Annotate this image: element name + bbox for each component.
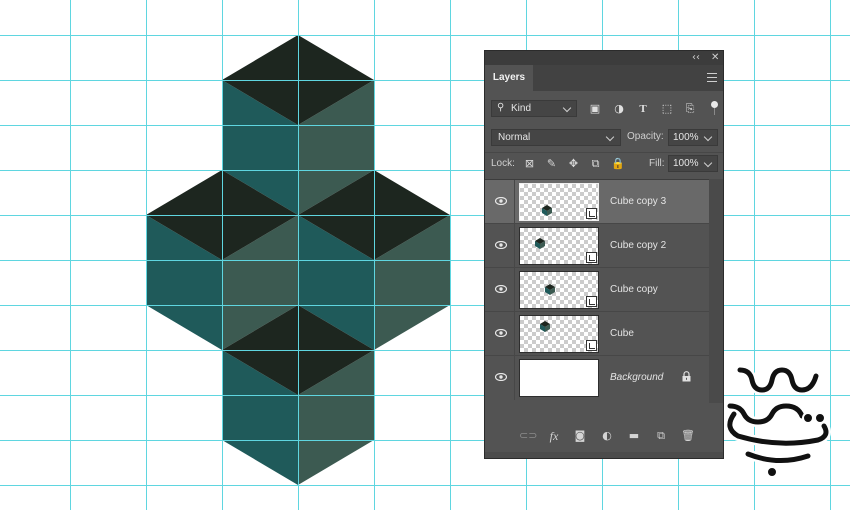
- layer-thumbnail[interactable]: [519, 227, 599, 265]
- tab-layers[interactable]: Layers: [485, 65, 533, 91]
- cube-thumbnail-icon: [535, 238, 545, 249]
- eye-visibility-icon[interactable]: [495, 241, 507, 249]
- divider: [485, 152, 723, 153]
- smart-object-badge-icon: [586, 296, 597, 307]
- divider: [514, 312, 515, 356]
- smart-object-badge-icon: [586, 252, 597, 263]
- adjustment-filter-icon[interactable]: ◑: [613, 103, 625, 115]
- divider: [514, 356, 515, 400]
- lock-image-pixels-icon[interactable]: ✎: [545, 157, 558, 170]
- cube-thumbnail-icon: [542, 205, 552, 216]
- panel-menu-icon[interactable]: [707, 73, 717, 82]
- cube-thumbnail-icon: [545, 284, 555, 295]
- fill-value: 100%: [673, 158, 699, 169]
- shape-filter-icon[interactable]: ⬚: [661, 103, 673, 115]
- close-icon[interactable]: ✕: [711, 52, 719, 64]
- add-mask-icon[interactable]: ◙: [573, 429, 587, 443]
- layer-name: Cube copy: [610, 284, 658, 295]
- fill-field[interactable]: 100%: [668, 155, 718, 172]
- layer-style-fx-icon[interactable]: fx: [547, 429, 561, 443]
- filter-toggle-track: [714, 108, 715, 115]
- blend-mode-value: Normal: [498, 132, 531, 143]
- chevron-down-icon: [605, 132, 615, 142]
- eye-visibility-icon[interactable]: [495, 197, 507, 205]
- chevron-down-icon: [562, 103, 572, 113]
- type-filter-icon[interactable]: T: [637, 103, 649, 115]
- search-icon: ⚲: [497, 102, 505, 113]
- lock-transparent-pixels-icon[interactable]: ⊠: [523, 157, 536, 170]
- layer-name: Cube copy 3: [610, 196, 667, 207]
- panel-tab-bar: Layers: [485, 65, 723, 91]
- layer-thumbnail[interactable]: [519, 183, 599, 221]
- blend-mode-select[interactable]: Normal: [491, 129, 621, 146]
- lock-all-icon[interactable]: 🔒: [611, 157, 625, 170]
- new-group-folder-icon[interactable]: ▬: [627, 429, 641, 443]
- panel-bottom-toolbar: ⊂⊃ fx ◙ ◐ ▬ ⧉ 🗑: [485, 423, 723, 449]
- new-layer-icon[interactable]: ⧉: [654, 429, 668, 443]
- filter-toggle-switch[interactable]: [711, 101, 718, 108]
- layers-panel: ‹‹ ✕ Layers ⚲ Kind ▣ ◑ T ⬚ ⎘ Normal Opac…: [484, 50, 724, 459]
- eye-visibility-icon[interactable]: [495, 329, 507, 337]
- link-layers-icon[interactable]: ⊂⊃: [519, 429, 537, 443]
- smart-object-badge-icon: [586, 208, 597, 219]
- layer-row-cube-copy[interactable]: Cube copy: [485, 268, 709, 312]
- panel-title-bar[interactable]: ‹‹ ✕: [485, 51, 723, 65]
- chevron-down-icon: [703, 158, 713, 168]
- collapse-double-arrow-icon[interactable]: ‹‹: [692, 52, 700, 64]
- chevron-down-icon: [703, 132, 713, 142]
- eye-visibility-icon[interactable]: [495, 285, 507, 293]
- delete-trash-icon[interactable]: 🗑: [681, 429, 695, 443]
- smart-object-filter-icon[interactable]: ⎘: [684, 103, 696, 115]
- opacity-field[interactable]: 100%: [668, 129, 718, 146]
- opacity-label: Opacity:: [627, 131, 664, 142]
- cube-thumbnail-icon: [540, 321, 550, 332]
- layer-thumbnail[interactable]: [519, 271, 599, 309]
- pixel-filter-icon[interactable]: ▣: [589, 103, 601, 115]
- lock-position-icon[interactable]: ✥: [567, 157, 580, 170]
- eye-visibility-icon[interactable]: [495, 373, 507, 381]
- panel-resize-edge[interactable]: [485, 452, 723, 458]
- layer-name: Cube copy 2: [610, 240, 667, 251]
- divider: [514, 224, 515, 268]
- layer-thumbnail[interactable]: [519, 315, 599, 353]
- filter-kind-label: Kind: [511, 103, 532, 114]
- divider: [514, 268, 515, 312]
- layer-name: Background: [610, 372, 664, 383]
- lock-artboard-icon[interactable]: ⧉: [589, 157, 602, 170]
- layer-row-background[interactable]: Background: [485, 356, 709, 400]
- layer-name: Cube: [610, 328, 634, 339]
- lock-icon[interactable]: [682, 371, 691, 382]
- layer-thumbnail[interactable]: [519, 359, 599, 397]
- opacity-value: 100%: [673, 132, 699, 143]
- layer-row-cube[interactable]: Cube: [485, 312, 709, 356]
- lock-label: Lock:: [491, 158, 515, 169]
- persian-logo-icon: [724, 364, 831, 478]
- smart-object-badge-icon: [586, 340, 597, 351]
- divider: [514, 180, 515, 224]
- filter-kind-select[interactable]: ⚲ Kind: [491, 100, 577, 117]
- layer-row-cube-copy-2[interactable]: Cube copy 2: [485, 224, 709, 268]
- layer-list: Cube copy 3 Cube copy 2 Cube copy Cube B…: [485, 179, 709, 404]
- adjustment-layer-icon[interactable]: ◐: [600, 429, 614, 443]
- layer-row-cube-copy-3[interactable]: Cube copy 3: [485, 180, 709, 224]
- fill-label: Fill:: [649, 158, 665, 169]
